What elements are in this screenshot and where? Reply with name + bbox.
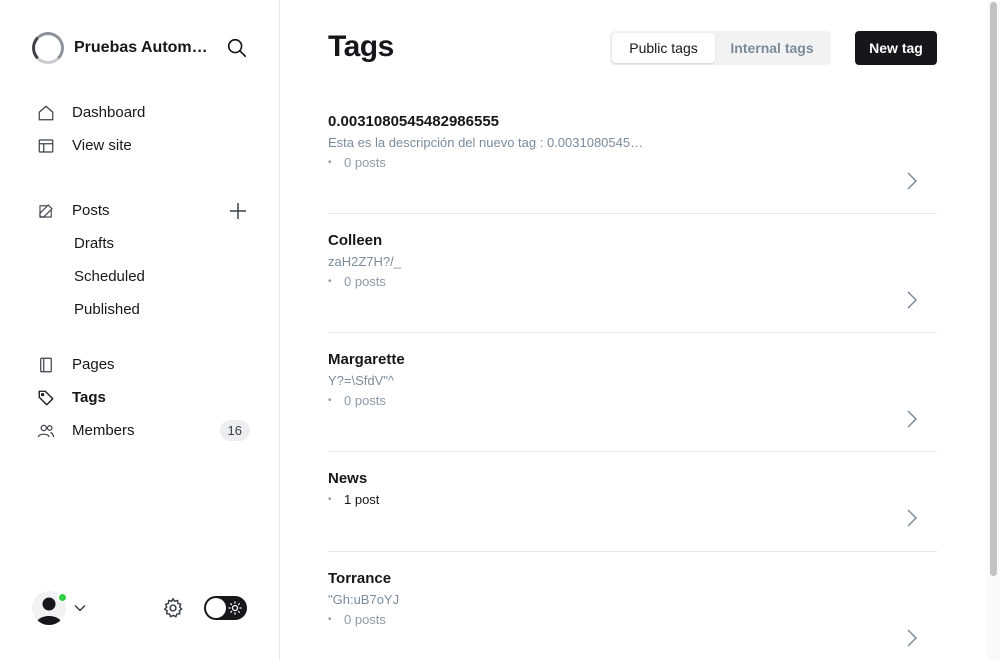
tag-post-count: 0 posts	[328, 393, 937, 409]
tag-description: "Gh:uB7oYJ	[328, 592, 400, 607]
nav-view-site-label: View site	[72, 137, 132, 154]
nav-members-label: Members	[72, 422, 135, 439]
tag-name: News	[328, 470, 368, 487]
tag-name: 0.0031080545482986555	[328, 113, 500, 130]
nav-dashboard-label: Dashboard	[72, 104, 146, 121]
content-nav: Pages Tags Members 16	[36, 348, 250, 447]
nav-tags-label: Tags	[72, 389, 106, 406]
tab-internal-tags[interactable]: Internal tags	[715, 33, 829, 63]
home-icon	[36, 103, 56, 123]
tag-post-count: 0 posts	[328, 612, 937, 628]
tag-type-switch: Public tags Internal tags	[610, 31, 831, 65]
nav-pages[interactable]: Pages	[36, 348, 250, 381]
members-icon	[36, 421, 56, 441]
gear-icon[interactable]	[162, 597, 184, 619]
tag-row[interactable]: News 1 post	[328, 452, 937, 552]
toggle-knob	[206, 598, 226, 618]
nav-scheduled[interactable]: Scheduled	[36, 260, 250, 293]
tag-post-count: 0 posts	[328, 274, 937, 290]
posts-nav: Posts Drafts Scheduled Published	[36, 194, 250, 326]
tag-row[interactable]: Margarette Y?=\SfdV"^ 0 posts	[328, 333, 937, 452]
members-count-badge: 16	[219, 420, 250, 441]
nav-published-label: Published	[74, 301, 140, 318]
pencil-icon	[36, 201, 56, 221]
scrollbar-thumb[interactable]	[990, 2, 997, 576]
site-brand[interactable]: Pruebas Automatizadas	[32, 32, 208, 64]
tag-post-count: 0 posts	[328, 155, 937, 171]
nav-posts[interactable]: Posts	[36, 194, 250, 227]
nav-view-site[interactable]: View site	[36, 129, 250, 162]
chevron-right-icon	[907, 172, 918, 190]
tag-list: 0.0031080545482986555 Esta es la descrip…	[328, 95, 937, 660]
tag-description: zaH2Z7H?/_	[328, 254, 401, 269]
nav-drafts[interactable]: Drafts	[36, 227, 250, 260]
chevron-down-icon[interactable]	[73, 601, 87, 615]
page-title: Tags	[328, 30, 394, 63]
tag-row[interactable]: Torrance "Gh:uB7oYJ 0 posts	[328, 552, 937, 660]
sun-icon	[228, 601, 242, 615]
chevron-right-icon	[907, 509, 918, 527]
add-post-icon[interactable]	[228, 201, 248, 221]
main-content: Tags Public tags Internal tags New tag 0…	[280, 0, 986, 660]
chevron-right-icon	[907, 629, 918, 647]
main-nav: Dashboard View site	[36, 96, 250, 162]
sidebar: Pruebas Automatizadas Dashboard View sit…	[0, 0, 280, 660]
nav-dashboard[interactable]: Dashboard	[36, 96, 250, 129]
chevron-right-icon	[907, 410, 918, 428]
tag-name: Colleen	[328, 232, 383, 249]
scrollbar[interactable]	[987, 0, 1000, 660]
layout-icon	[36, 136, 56, 156]
tag-icon	[36, 388, 56, 408]
tab-public-tags[interactable]: Public tags	[612, 33, 715, 63]
nav-scheduled-label: Scheduled	[74, 268, 145, 285]
online-status-dot	[57, 592, 68, 603]
nav-posts-label: Posts	[72, 202, 110, 219]
tag-description: Y?=\SfdV"^	[328, 373, 395, 388]
tag-name: Torrance	[328, 570, 392, 587]
nav-tags[interactable]: Tags	[36, 381, 250, 414]
tag-description: Esta es la descripción del nuevo tag : 0…	[328, 135, 648, 150]
tag-name: Margarette	[328, 351, 405, 368]
page-icon	[36, 355, 56, 375]
nav-pages-label: Pages	[72, 356, 115, 373]
site-logo-icon	[32, 32, 64, 64]
theme-toggle[interactable]	[204, 596, 247, 620]
tag-row[interactable]: 0.0031080545482986555 Esta es la descrip…	[328, 95, 937, 214]
nav-members[interactable]: Members 16	[36, 414, 250, 447]
chevron-right-icon	[907, 291, 918, 309]
nav-drafts-label: Drafts	[74, 235, 115, 252]
new-tag-button[interactable]: New tag	[855, 31, 937, 65]
tag-post-count: 1 post	[328, 492, 937, 508]
site-name: Pruebas Automatizadas	[74, 39, 208, 56]
nav-published[interactable]: Published	[36, 293, 250, 326]
sidebar-footer	[32, 591, 248, 627]
search-icon[interactable]	[226, 37, 248, 59]
tag-row[interactable]: Colleen zaH2Z7H?/_ 0 posts	[328, 214, 937, 333]
